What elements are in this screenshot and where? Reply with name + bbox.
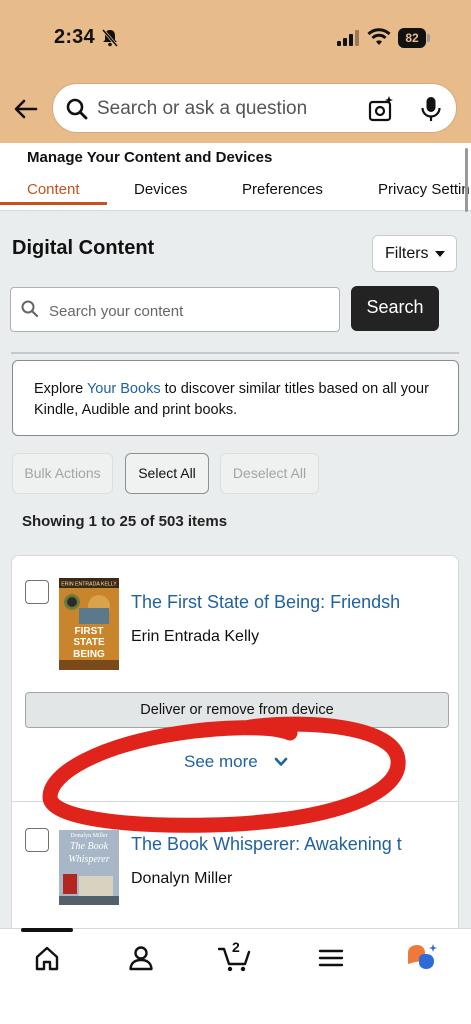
signal-icon (337, 30, 359, 46)
bottom-nav-bar: 2 (0, 928, 471, 1024)
item-title[interactable]: The Book Whisperer: Awakening t (131, 834, 421, 855)
svg-text:Donalyn Miller: Donalyn Miller (70, 833, 107, 839)
info-banner: Explore Your Books to discover similar t… (12, 360, 459, 436)
battery-indicator: 82 (398, 28, 430, 48)
item-title[interactable]: The First State of Being: Friendsh (131, 592, 421, 613)
your-books-link[interactable]: Your Books (87, 381, 161, 397)
home-icon[interactable] (32, 943, 62, 973)
rufus-assistant-icon[interactable] (405, 943, 439, 973)
item-author: Donalyn Miller (131, 870, 233, 887)
svg-text:The Book: The Book (70, 841, 109, 852)
svg-text:FIRST: FIRST (75, 626, 104, 637)
chevron-down-icon (274, 757, 288, 766)
camera-sparkle-icon[interactable] (367, 95, 395, 123)
tab-bar: Content Devices Preferences Privacy Sett… (0, 181, 471, 211)
bell-muted-icon (101, 29, 119, 47)
book-cover[interactable]: ERIN ENTRADA KELLY FIRST STATE BEING (59, 578, 119, 670)
page-title: Manage Your Content and Devices (27, 149, 273, 166)
scrollbar[interactable] (465, 148, 468, 212)
tab-content[interactable]: Content (27, 181, 80, 198)
top-header: 2:34 82 Search or ask a question (0, 0, 471, 143)
book-cover[interactable]: Donalyn Miller The Book Whisperer (59, 830, 119, 905)
list-item: ERIN ENTRADA KELLY FIRST STATE BEING The… (11, 555, 459, 802)
item-checkbox[interactable] (25, 828, 49, 852)
search-button[interactable]: Search (351, 286, 439, 331)
active-tab-indicator (0, 202, 107, 205)
cart-count-badge: 2 (232, 939, 240, 955)
account-icon[interactable] (126, 943, 156, 973)
wifi-icon (367, 28, 391, 45)
svg-text:STATE: STATE (73, 637, 105, 648)
page-header: Manage Your Content and Devices Content … (0, 143, 471, 211)
filters-label: Filters (385, 245, 429, 262)
caret-down-icon (435, 251, 445, 257)
svg-text:BEING: BEING (73, 649, 105, 660)
select-all-button[interactable]: Select All (125, 453, 209, 494)
svg-text:Whisperer: Whisperer (68, 854, 109, 865)
cart-button[interactable]: 2 (218, 939, 252, 973)
deselect-all-button[interactable]: Deselect All (220, 453, 319, 494)
results-count: Showing 1 to 25 of 503 items (22, 513, 228, 530)
deliver-remove-button[interactable]: Deliver or remove from device (25, 692, 449, 728)
status-time: 2:34 (54, 26, 95, 48)
tab-devices[interactable]: Devices (134, 181, 187, 198)
microphone-icon[interactable] (419, 95, 443, 123)
content-heading: Digital Content (12, 237, 155, 259)
see-more-label: See more (184, 752, 258, 771)
item-checkbox[interactable] (25, 580, 49, 604)
svg-text:ERIN ENTRADA KELLY: ERIN ENTRADA KELLY (61, 582, 117, 588)
battery-level: 82 (398, 28, 426, 48)
bulk-actions-button[interactable]: Bulk Actions (12, 453, 113, 494)
search-placeholder: Search or ask a question (97, 98, 308, 119)
menu-icon[interactable] (316, 943, 346, 973)
search-icon (66, 98, 88, 120)
list-item: Donalyn Miller The Book Whisperer The Bo… (11, 801, 459, 941)
content-search-placeholder: Search your content (49, 303, 184, 320)
tab-preferences[interactable]: Preferences (242, 181, 323, 198)
content-search-input[interactable]: Search your content (10, 287, 340, 332)
see-more-link[interactable]: See more (184, 752, 288, 772)
search-input[interactable]: Search or ask a question (52, 83, 457, 133)
active-nav-indicator (21, 928, 73, 932)
filters-button[interactable]: Filters (372, 235, 457, 272)
search-icon (21, 300, 39, 318)
back-arrow-icon[interactable] (12, 95, 40, 123)
divider (11, 352, 459, 354)
tab-privacy-settings[interactable]: Privacy Settin (378, 181, 470, 198)
item-author: Erin Entrada Kelly (131, 628, 260, 645)
